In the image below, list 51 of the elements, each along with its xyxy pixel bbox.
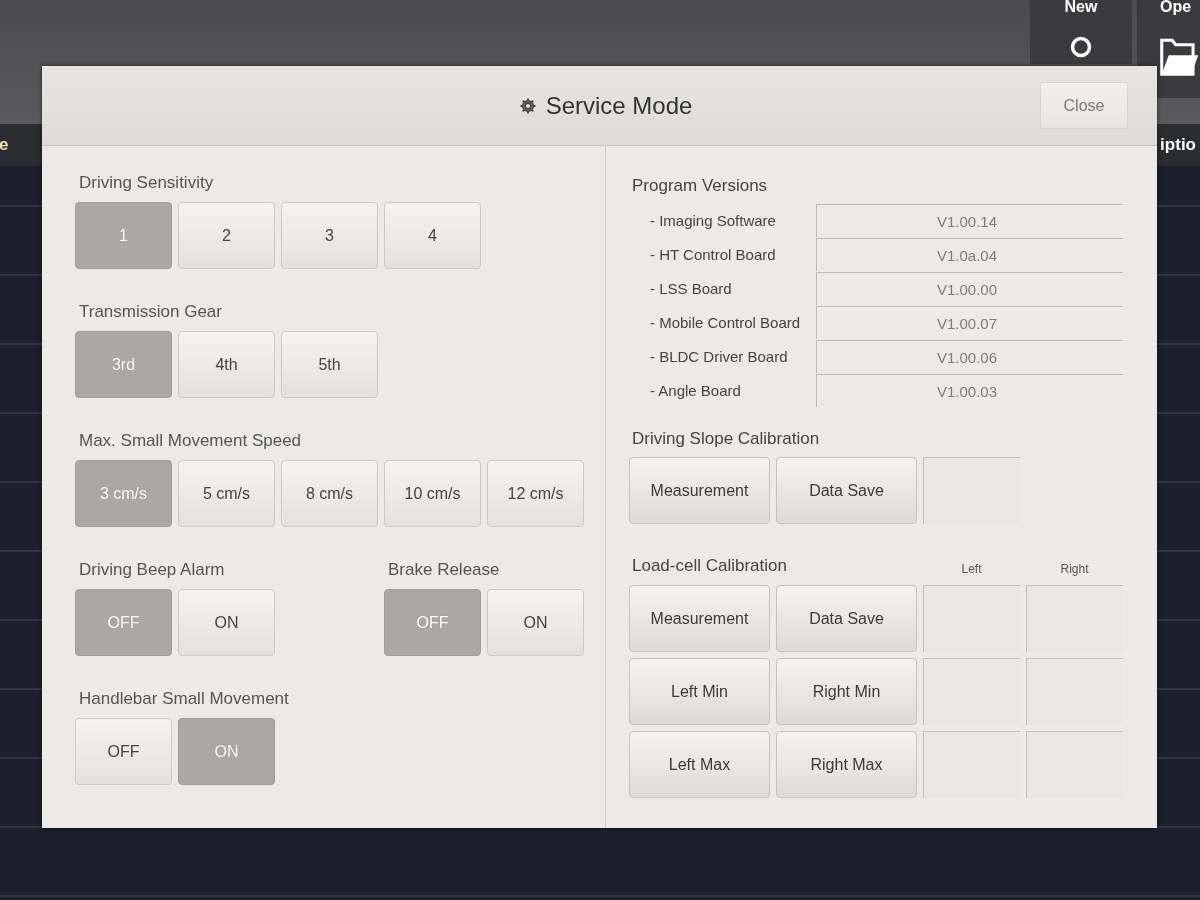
setting-label: Driving Sensitivity [79, 173, 214, 193]
settings-icon [518, 96, 537, 115]
option-button[interactable]: ON [178, 589, 275, 656]
version-label: - HT Control Board [650, 246, 776, 263]
option-button[interactable]: 8 cm/s [281, 460, 378, 527]
option-button[interactable]: 5th [281, 331, 378, 398]
setting-label: Brake Release [388, 560, 500, 580]
calibration-button[interactable]: Data Save [776, 457, 917, 524]
ring-icon [1070, 36, 1092, 58]
calibration-button[interactable]: Left Max [629, 731, 770, 798]
calibration-button[interactable]: Right Min [776, 658, 917, 725]
option-button[interactable]: 4 [384, 202, 481, 269]
version-field: V1.0a.04 [816, 238, 1123, 271]
dialog-title: Service Mode [545, 91, 693, 120]
option-button[interactable]: 3 [281, 202, 378, 269]
option-button[interactable]: 10 cm/s [384, 460, 481, 527]
calibration-button[interactable]: Measurement [629, 585, 770, 652]
partial-label: iptio [1160, 135, 1197, 155]
version-field: V1.00.14 [816, 204, 1123, 237]
option-button[interactable]: 12 cm/s [487, 460, 584, 527]
version-label: - Angle Board [650, 382, 741, 399]
option-button[interactable]: ON [487, 589, 584, 656]
partial-label: e [0, 135, 9, 155]
version-field: V1.00.03 [816, 374, 1123, 407]
column-header: Right [1060, 562, 1089, 576]
column-header: Left [961, 562, 982, 576]
toolbar-button[interactable]: New [1030, 0, 1132, 64]
version-label: - Mobile Control Board [650, 314, 801, 331]
section-heading: Driving Slope Calibration [632, 429, 820, 449]
version-label: - Imaging Software [650, 212, 776, 229]
toolbar-button[interactable]: Ope [1137, 0, 1200, 98]
version-field: V1.00.00 [816, 272, 1123, 305]
version-label: - BLDC Driver Board [650, 348, 788, 365]
calibration-button[interactable]: Left Min [629, 658, 770, 725]
calibration-button[interactable]: Data Save [776, 585, 917, 652]
section-heading: Load-cell Calibration [632, 556, 787, 576]
version-field: V1.00.07 [816, 306, 1123, 339]
option-button[interactable]: 2 [178, 202, 275, 269]
calibration-button[interactable]: Measurement [629, 457, 770, 524]
option-button[interactable]: OFF [75, 718, 172, 785]
setting-label: Driving Beep Alarm [79, 560, 225, 580]
option-button[interactable]: 4th [178, 331, 275, 398]
setting-label: Handlebar Small Movement [79, 689, 289, 709]
setting-label: Transmission Gear [79, 302, 222, 322]
calibration-button[interactable]: Right Max [776, 731, 917, 798]
setting-label: Max. Small Movement Speed [79, 431, 302, 451]
version-label: - LSS Board [650, 280, 732, 297]
version-field: V1.00.06 [816, 340, 1123, 373]
option-button[interactable]: 5 cm/s [178, 460, 275, 527]
close-button[interactable]: Close [1040, 82, 1128, 129]
section-heading: Program Versions [632, 176, 768, 196]
